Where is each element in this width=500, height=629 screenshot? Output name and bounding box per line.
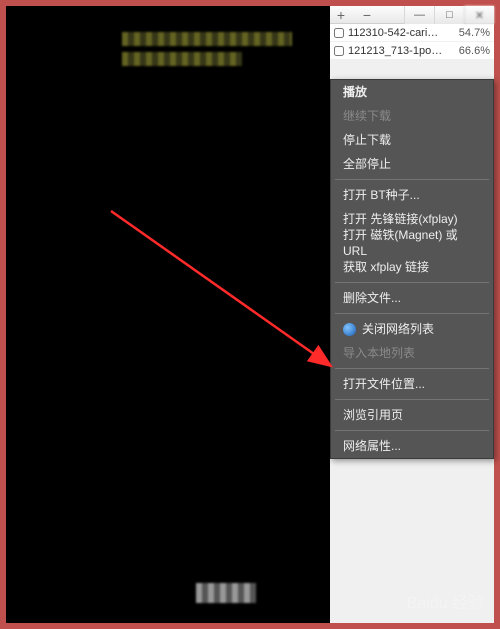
menu-stop-download[interactable]: 停止下载 xyxy=(331,128,493,152)
list-item[interactable]: 112310-542-cari… 54.7% xyxy=(330,24,494,42)
item-checkbox[interactable] xyxy=(334,28,344,38)
playlist-titlebar: + − — □ ✕ xyxy=(330,6,494,24)
menu-separator xyxy=(335,179,489,180)
menu-separator xyxy=(335,430,489,431)
video-playback-area xyxy=(6,6,330,623)
menu-browse-ref-page[interactable]: 浏览引用页 xyxy=(331,403,493,427)
menu-open-file-location[interactable]: 打开文件位置... xyxy=(331,372,493,396)
menu-network-properties[interactable]: 网络属性... xyxy=(331,434,493,458)
globe-icon xyxy=(343,323,356,336)
minimize-button[interactable]: — xyxy=(404,6,434,24)
file-name: 112310-542-cari… xyxy=(348,27,455,39)
maximize-button[interactable]: □ xyxy=(434,6,464,24)
menu-import-local-list: 导入本地列表 xyxy=(331,341,493,365)
video-controls-censored xyxy=(196,583,256,603)
menu-stop-all[interactable]: 全部停止 xyxy=(331,152,493,176)
menu-open-magnet[interactable]: 打开 磁铁(Magnet) 或 URL xyxy=(331,231,493,255)
download-percent: 54.7% xyxy=(459,27,490,39)
item-checkbox[interactable] xyxy=(334,46,344,56)
menu-open-bt-seed[interactable]: 打开 BT种子... xyxy=(331,183,493,207)
menu-close-network-list[interactable]: 关闭网络列表 xyxy=(331,317,493,341)
menu-separator xyxy=(335,313,489,314)
download-percent: 66.6% xyxy=(459,45,490,57)
app-window: + − — □ ✕ 112310-542-cari… 54.7% 121213_… xyxy=(0,0,500,629)
list-item[interactable]: 121213_713-1po… 66.6% xyxy=(330,42,494,60)
menu-separator xyxy=(335,399,489,400)
menu-separator xyxy=(335,282,489,283)
menu-separator xyxy=(335,368,489,369)
menu-resume-download: 继续下载 xyxy=(331,104,493,128)
add-icon[interactable]: + xyxy=(334,8,348,22)
close-button[interactable]: ✕ xyxy=(464,6,494,24)
download-list: 112310-542-cari… 54.7% 121213_713-1po… 6… xyxy=(330,24,494,60)
context-menu: 播放 继续下载 停止下载 全部停止 打开 BT种子... 打开 先锋链接(xfp… xyxy=(330,79,494,459)
video-title-censored xyxy=(122,32,292,72)
file-name: 121213_713-1po… xyxy=(348,45,455,57)
menu-delete-file[interactable]: 删除文件... xyxy=(331,286,493,310)
window-controls: — □ ✕ xyxy=(404,6,494,24)
menu-play[interactable]: 播放 xyxy=(331,80,493,104)
remove-icon[interactable]: − xyxy=(360,8,374,22)
menu-label: 关闭网络列表 xyxy=(362,321,434,337)
